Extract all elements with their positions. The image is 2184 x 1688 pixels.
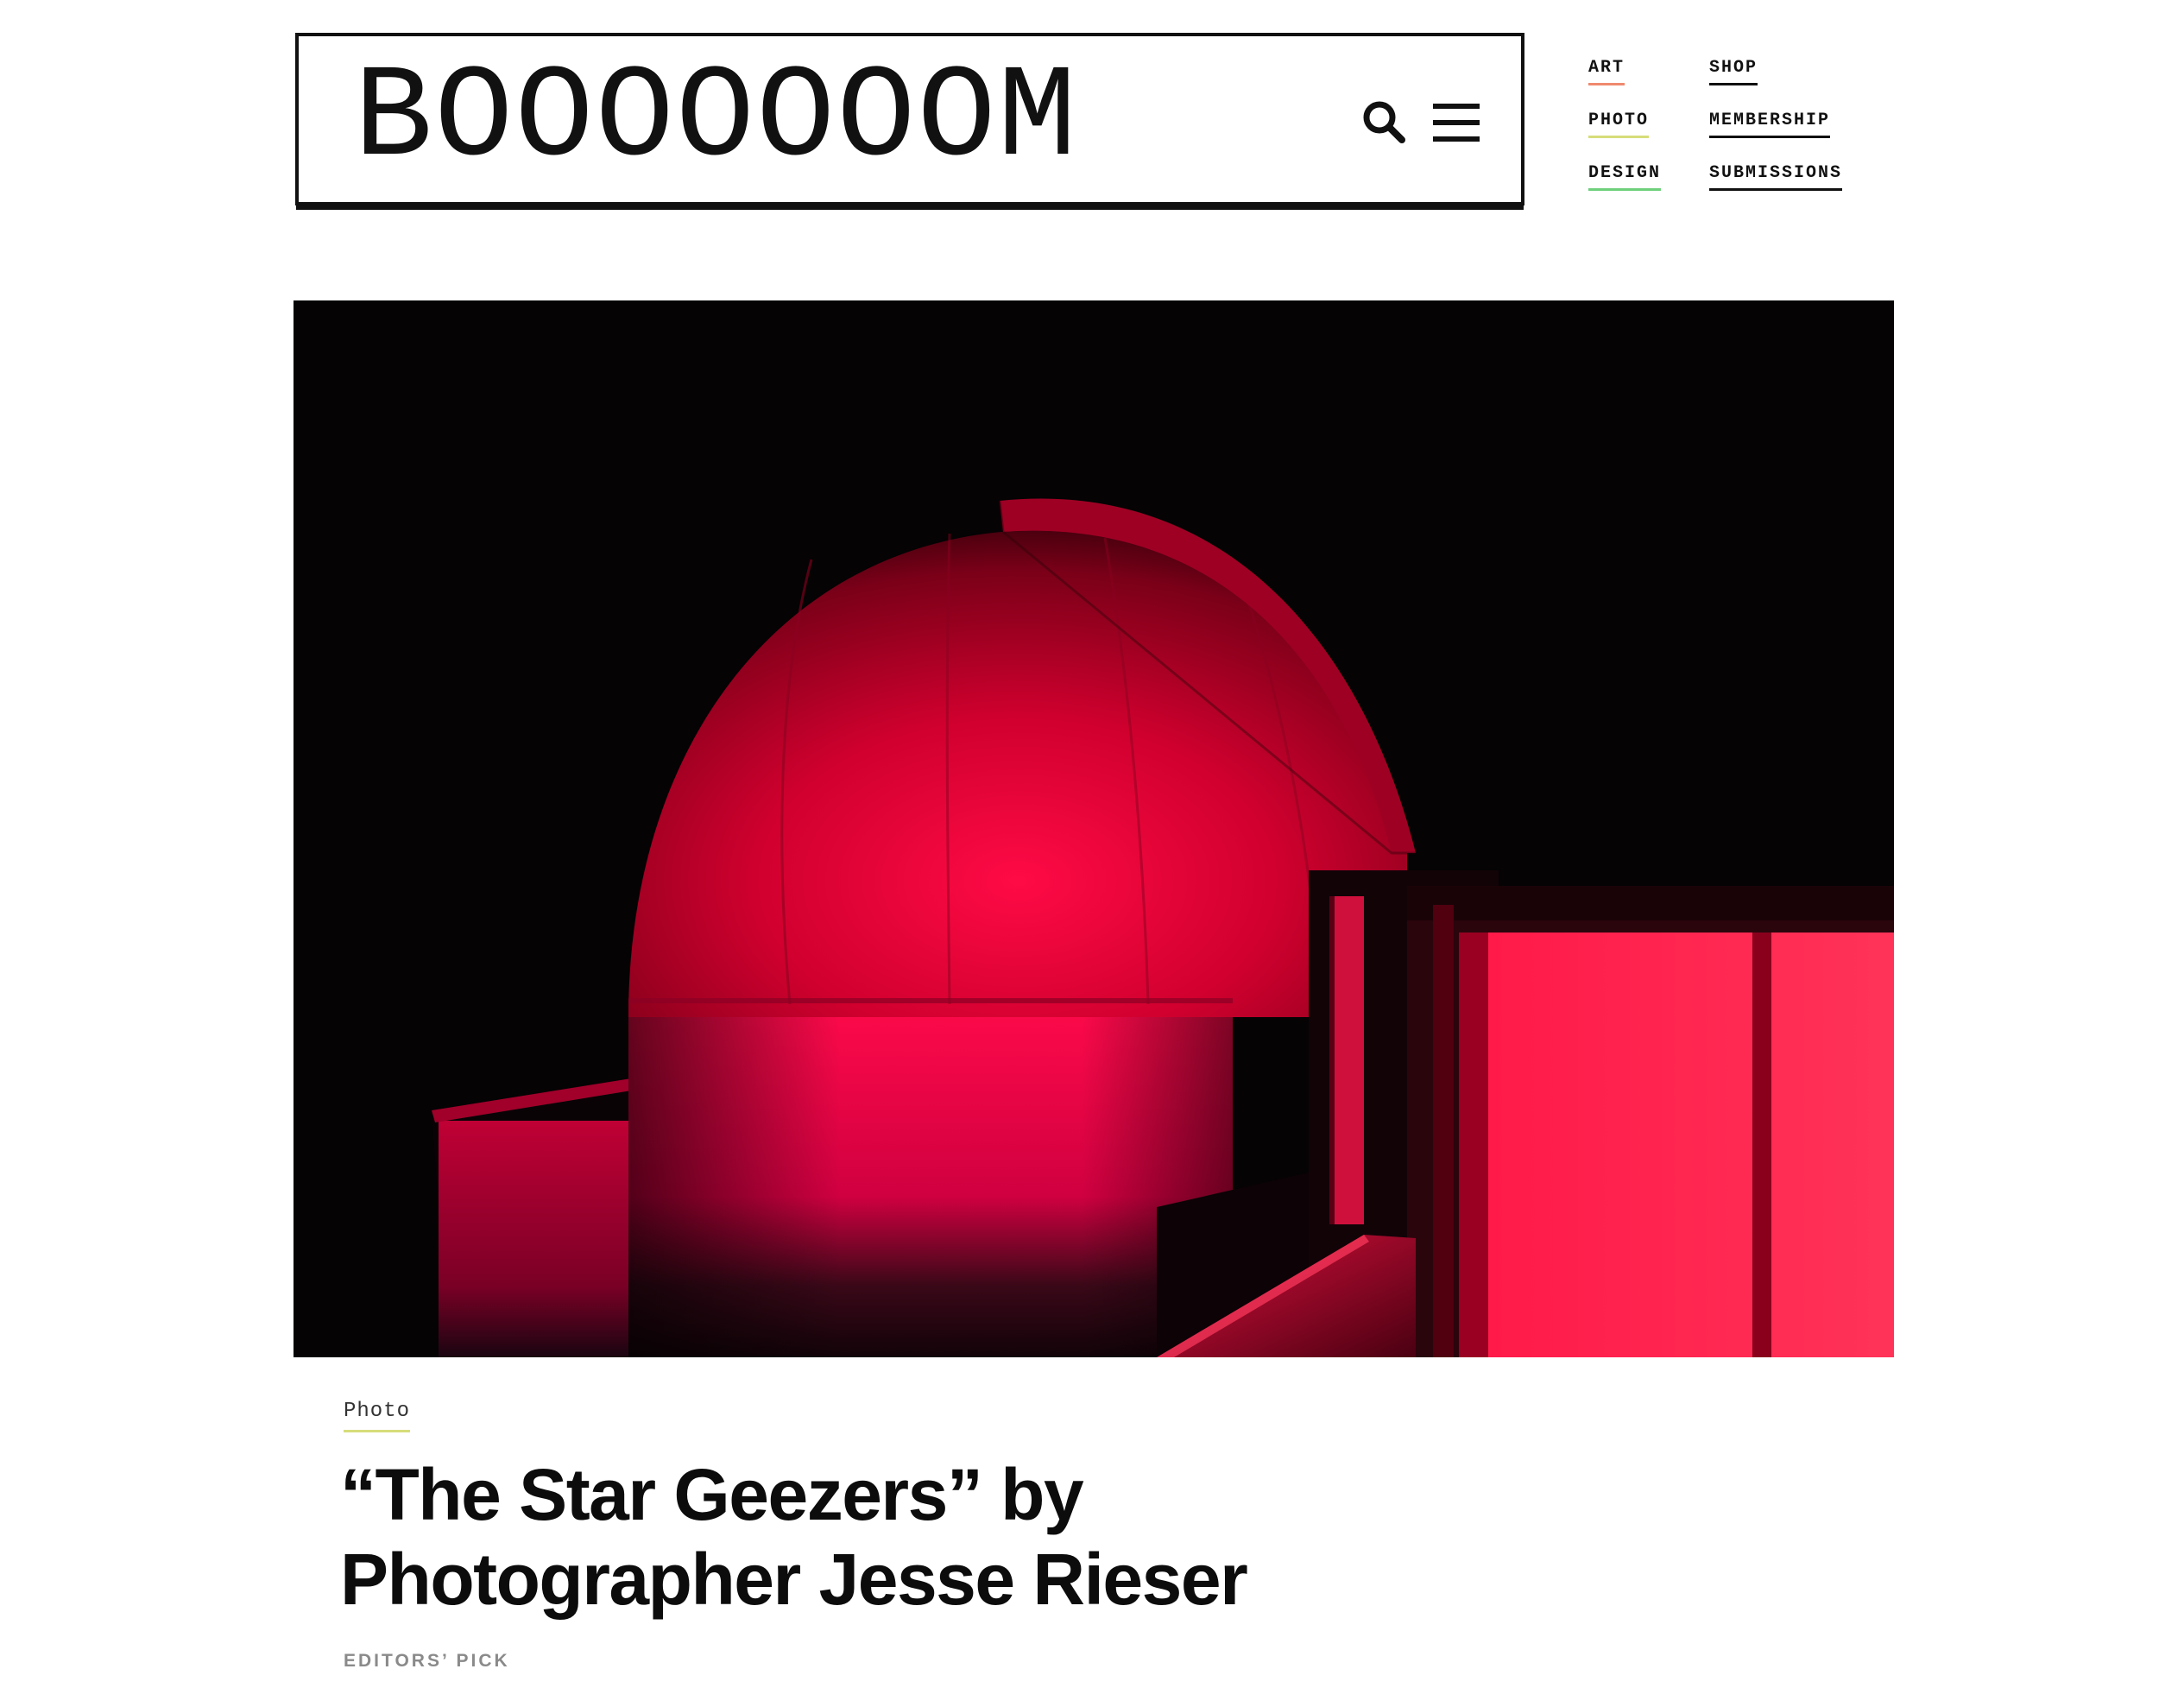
nav-link-design[interactable]: DESIGN	[1588, 162, 1662, 191]
search-icon[interactable]	[1360, 98, 1409, 147]
nav-link-art[interactable]: ART	[1588, 57, 1625, 85]
category-tag[interactable]: Photo	[344, 1399, 411, 1432]
nav-link-photo[interactable]: PHOTO	[1588, 110, 1650, 138]
nav-link-membership[interactable]: MEMBERSHIP	[1709, 110, 1831, 138]
logo-box: BOOOOOOOM	[295, 33, 1524, 205]
editors-pick-label: EDITORS’ PICK	[344, 1651, 510, 1671]
primary-nav: ART PHOTO DESIGN	[1588, 57, 1662, 215]
site-logo[interactable]: BOOOOOOOM	[354, 54, 1078, 185]
nav-link-submissions[interactable]: SUBMISSIONS	[1709, 162, 1843, 191]
hamburger-menu-icon[interactable]	[1431, 100, 1481, 145]
hero-image[interactable]	[294, 300, 1894, 1357]
secondary-nav: SHOP MEMBERSHIP SUBMISSIONS	[1709, 57, 1843, 215]
article-title[interactable]: “The Star Geezers” by Photographer Jesse…	[340, 1452, 1549, 1622]
nav-link-shop[interactable]: SHOP	[1709, 57, 1758, 85]
